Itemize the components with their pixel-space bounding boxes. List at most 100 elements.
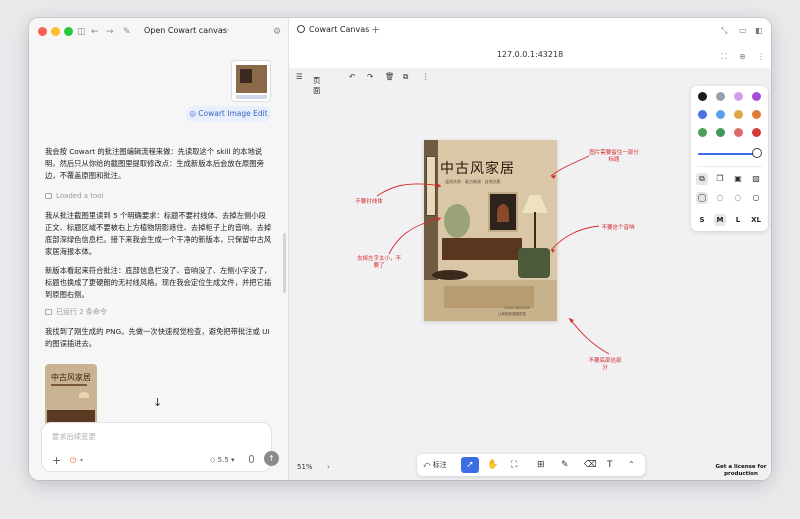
fill-semi-icon[interactable]: ❐ — [714, 173, 726, 185]
panel-settings-icon[interactable]: ⚙ — [273, 25, 281, 39]
color-swatch-light-blue[interactable] — [716, 110, 725, 119]
globe-icon — [297, 25, 305, 33]
chevron-down-icon[interactable]: ▾ — [80, 456, 83, 465]
tab-label: Cowart Canvas — [309, 25, 370, 34]
stroke-draw-icon[interactable]: ○ — [750, 192, 762, 204]
color-swatch-gray[interactable] — [716, 92, 725, 101]
assistant-message-4: 我找到了刚生成的 PNG。先做一次快速视觉检查，避免把带批注或 UI 的图误插进… — [45, 327, 270, 348]
design-canvas[interactable]: ☰ 页面 ⌄ ↶ ↷ 🗑 ⧉ ⋮ 中古风家居 温润木质 · 复古格调 · 自然光… — [289, 68, 771, 480]
eraser-tool-icon[interactable]: ⌫ — [584, 459, 597, 471]
opacity-slider-track[interactable] — [698, 153, 758, 155]
shrink-icon[interactable]: ⤡ — [721, 26, 727, 36]
model-label: 5.5 — [217, 456, 229, 464]
add-attachment-icon[interactable]: + — [52, 455, 61, 466]
fill-none-icon[interactable]: ⧉ — [696, 173, 708, 185]
more-icon[interactable]: ··· — [221, 24, 230, 38]
assistant-message-1: 我会按 Cowart 的批注图编辑流程来做：先读取这个 skill 的本地说明，… — [45, 147, 264, 180]
browser-tabbar: Cowart Canvas + ⤡ ▭ ◧ — [289, 18, 771, 44]
back-arrow-icon[interactable]: ← — [91, 25, 99, 39]
drawing-toolbar: ⤺ 标注 ➚ ✋ ⛶ ⊞ ✎ ⌫ T ⌃ — [417, 454, 645, 476]
skill-icon: ◎ — [189, 109, 199, 118]
message-composer[interactable]: 要求后续变更 + ⏻ ▾ ◇ 5.5 ▾ ↑ — [41, 422, 279, 472]
stroke-solid-icon[interactable]: ◯ — [696, 192, 708, 204]
attached-image-thumbnail[interactable] — [231, 60, 271, 102]
url-text[interactable]: 127.0.0.1:43218 — [289, 50, 771, 59]
tool-icon — [45, 193, 52, 199]
more-tools-chevron-icon[interactable]: ⌃ — [628, 459, 635, 471]
url-bar: 127.0.0.1:43218 ⛶ ⊕ ⋮ — [289, 44, 771, 68]
minimize-window-button[interactable] — [51, 27, 60, 36]
skill-chip-label: Cowart Image Edit — [198, 109, 268, 118]
generated-image-thumbnail[interactable]: 中古风家居 — [45, 364, 97, 430]
window-split-icon[interactable]: ▭ — [739, 26, 747, 36]
composer-input[interactable]: 要求后续变更 — [52, 432, 96, 442]
close-window-button[interactable] — [38, 27, 47, 36]
microphone-icon[interactable] — [249, 455, 254, 463]
style-palette: ⧉ ❐ ▣ ▨ ◯ ◌ ◌ ○ S M L XL — [691, 86, 768, 231]
annotation-note-serif[interactable]: 不要衬线体 — [349, 199, 389, 206]
text-tool-icon[interactable]: T — [607, 459, 613, 471]
model-selector[interactable]: ◇ 5.5 ▾ — [210, 456, 235, 465]
chat-panel: ◫ ← → ✎ Open Cowart canvas ··· ⚙ ◎ Cowar… — [29, 18, 289, 480]
tab-cowart-canvas[interactable]: Cowart Canvas — [297, 24, 369, 36]
maximize-window-button[interactable] — [64, 27, 73, 36]
new-tab-icon[interactable]: + — [371, 23, 380, 37]
window-title: Open Cowart canvas — [144, 26, 227, 35]
target-icon[interactable]: ⊕ — [739, 52, 746, 62]
power-icon[interactable]: ⏻ — [70, 456, 76, 465]
opacity-slider-handle[interactable] — [752, 148, 762, 158]
color-swatch-dark-green[interactable] — [716, 128, 725, 137]
color-swatch-violet[interactable] — [752, 92, 761, 101]
tool-status-1[interactable]: Loaded a tool — [45, 191, 104, 201]
zoom-menu-chevron-icon[interactable]: › — [327, 463, 330, 471]
skill-chip[interactable]: ◎ Cowart Image Edit — [186, 106, 271, 122]
assistant-message-2: 我从批注截图里读到 5 个明确要求：标题不要衬线体、去掉左侧小段正文、标题区域不… — [45, 211, 272, 256]
tool-status-text: Loaded a tool — [56, 192, 104, 200]
color-swatch-light-red[interactable] — [734, 128, 743, 137]
size-m-button[interactable]: M — [714, 214, 726, 226]
forward-arrow-icon[interactable]: → — [106, 25, 114, 39]
fill-solid-icon[interactable]: ▣ — [732, 173, 744, 185]
assistant-message-3: 新版本看起来符合批注：底部信息栏没了、音响没了、左侧小字没了，标题也换成了更硬朗… — [45, 266, 272, 299]
image-tool-icon[interactable]: ⊞ — [537, 459, 545, 471]
color-swatch-yellow[interactable] — [734, 110, 743, 119]
color-swatch-light-violet[interactable] — [734, 92, 743, 101]
annotation-note-title-shadow[interactable]: 图片需要留住一部分标题 — [587, 150, 641, 164]
command-status-text: 已运行 2 条命令 — [56, 308, 107, 316]
annotate-button[interactable]: ⤺ 标注 — [423, 459, 447, 471]
size-s-button[interactable]: S — [696, 214, 708, 226]
app-window: ◫ ← → ✎ Open Cowart canvas ··· ⚙ ◎ Cowar… — [29, 18, 771, 480]
zoom-level[interactable]: 51% — [297, 463, 313, 471]
fill-pattern-icon[interactable]: ▨ — [750, 173, 762, 185]
frame-tool-icon[interactable]: ⛶ — [511, 459, 517, 471]
annotate-label: 标注 — [432, 461, 447, 469]
terminal-icon — [45, 309, 52, 315]
compose-icon[interactable]: ✎ — [123, 25, 131, 39]
color-swatch-orange[interactable] — [752, 110, 761, 119]
annotation-note-bottom-bar[interactable]: 不要底部这部分 — [587, 358, 623, 372]
annotation-note-small-text[interactable]: 去掉左字太小，不要了 — [357, 256, 401, 270]
stroke-dashed-icon[interactable]: ◌ — [714, 192, 726, 204]
thumbnail-title: 中古风家居 — [51, 373, 91, 382]
stroke-dotted-icon[interactable]: ◌ — [732, 192, 744, 204]
color-swatch-green[interactable] — [698, 128, 707, 137]
browser-panel: Cowart Canvas + ⤡ ▭ ◧ 127.0.0.1:43218 ⛶ … — [289, 18, 771, 480]
screenshot-icon[interactable]: ⛶ — [721, 52, 727, 62]
select-tool-icon[interactable]: ➚ — [461, 457, 479, 473]
send-button[interactable]: ↑ — [264, 451, 279, 466]
hand-tool-icon[interactable]: ✋ — [487, 459, 498, 471]
license-notice[interactable]: Get a license for production — [713, 464, 769, 478]
browser-more-icon[interactable]: ⋮ — [757, 52, 765, 62]
color-swatch-red[interactable] — [752, 128, 761, 137]
scroll-down-icon[interactable]: ↓ — [153, 396, 162, 409]
sidebar-toggle-icon[interactable]: ◫ — [77, 25, 86, 39]
color-swatch-blue[interactable] — [698, 110, 707, 119]
chat-scrollbar[interactable] — [283, 233, 286, 293]
pen-tool-icon[interactable]: ✎ — [561, 459, 569, 471]
size-l-button[interactable]: L — [732, 214, 744, 226]
size-xl-button[interactable]: XL — [750, 214, 762, 226]
color-swatch-black[interactable] — [698, 92, 707, 101]
panel-layout-icon[interactable]: ◧ — [755, 26, 763, 36]
tool-status-2[interactable]: 已运行 2 条命令 — [45, 307, 107, 317]
annotation-note-speaker[interactable]: 不要这个音响 — [597, 225, 639, 232]
